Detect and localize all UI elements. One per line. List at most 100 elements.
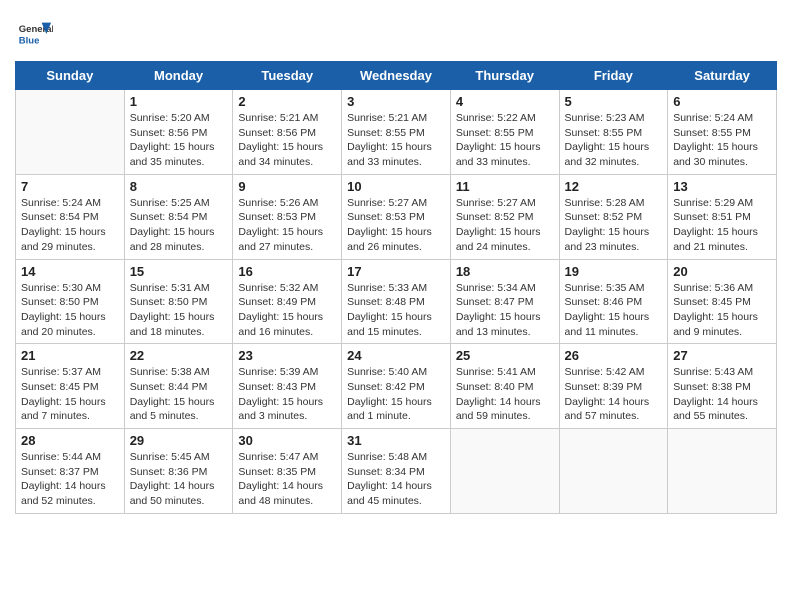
day-cell: 16Sunrise: 5:32 AMSunset: 8:49 PMDayligh… xyxy=(233,259,342,344)
day-number: 29 xyxy=(130,433,228,448)
day-cell: 29 Sunrise: 5:45 AMSunset: 8:36 PMDayligh… xyxy=(124,429,233,514)
day-cell: 4 Sunrise: 5:22 AMSunset: 8:55 PMDaylight… xyxy=(450,90,559,175)
day-number: 28 xyxy=(21,433,119,448)
day-number: 9 xyxy=(238,179,336,194)
day-info: Sunrise: 5:26 AMSunset: 8:53 PMDaylight:… xyxy=(238,196,336,255)
day-number: 14 xyxy=(21,264,119,279)
day-info: Sunrise: 5:21 AMSunset: 8:56 PMDaylight:… xyxy=(238,111,336,170)
day-cell xyxy=(450,429,559,514)
day-cell: 26 Sunrise: 5:42 AMSunset: 8:39 PMDayligh… xyxy=(559,344,668,429)
weekday-header-sunday: Sunday xyxy=(16,62,125,90)
day-info: Sunrise: 5:34 AMSunset: 8:47 PMDaylight:… xyxy=(456,281,554,340)
day-cell: 19 Sunrise: 5:35 AMSunset: 8:46 PMDayligh… xyxy=(559,259,668,344)
day-cell: 3 Sunrise: 5:21 AMSunset: 8:55 PMDaylight… xyxy=(342,90,451,175)
day-cell: 28 Sunrise: 5:44 AMSunset: 8:37 PMDayligh… xyxy=(16,429,125,514)
day-info: Sunrise: 5:37 AMSunset: 8:45 PMDaylight:… xyxy=(21,365,119,424)
weekday-header-monday: Monday xyxy=(124,62,233,90)
day-cell: 6 Sunrise: 5:24 AMSunset: 8:55 PMDaylight… xyxy=(668,90,777,175)
day-number: 11 xyxy=(456,179,554,194)
day-info: Sunrise: 5:41 AMSunset: 8:40 PMDaylight:… xyxy=(456,365,554,424)
day-info: Sunrise: 5:21 AMSunset: 8:55 PMDaylight:… xyxy=(347,111,445,170)
day-cell: 9 Sunrise: 5:26 AMSunset: 8:53 PMDaylight… xyxy=(233,174,342,259)
logo: General Blue xyxy=(15,15,57,53)
week-row-3: 14Sunrise: 5:30 AMSunset: 8:50 PMDayligh… xyxy=(16,259,777,344)
day-number: 17 xyxy=(347,264,445,279)
weekday-header-wednesday: Wednesday xyxy=(342,62,451,90)
day-info: Sunrise: 5:42 AMSunset: 8:39 PMDaylight:… xyxy=(565,365,663,424)
day-number: 18 xyxy=(456,264,554,279)
day-number: 26 xyxy=(565,348,663,363)
day-cell: 13Sunrise: 5:29 AMSunset: 8:51 PMDayligh… xyxy=(668,174,777,259)
day-info: Sunrise: 5:27 AMSunset: 8:52 PMDaylight:… xyxy=(456,196,554,255)
day-info: Sunrise: 5:27 AMSunset: 8:53 PMDaylight:… xyxy=(347,196,445,255)
day-number: 8 xyxy=(130,179,228,194)
day-number: 21 xyxy=(21,348,119,363)
day-number: 4 xyxy=(456,94,554,109)
day-cell: 23 Sunrise: 5:39 AMSunset: 8:43 PMDayligh… xyxy=(233,344,342,429)
day-number: 2 xyxy=(238,94,336,109)
day-cell: 25 Sunrise: 5:41 AMSunset: 8:40 PMDayligh… xyxy=(450,344,559,429)
week-row-4: 21 Sunrise: 5:37 AMSunset: 8:45 PMDayligh… xyxy=(16,344,777,429)
day-info: Sunrise: 5:48 AMSunset: 8:34 PMDaylight:… xyxy=(347,450,445,509)
day-cell: 14Sunrise: 5:30 AMSunset: 8:50 PMDayligh… xyxy=(16,259,125,344)
day-cell xyxy=(16,90,125,175)
week-row-2: 7Sunrise: 5:24 AMSunset: 8:54 PMDaylight… xyxy=(16,174,777,259)
day-info: Sunrise: 5:23 AMSunset: 8:55 PMDaylight:… xyxy=(565,111,663,170)
day-info: Sunrise: 5:33 AMSunset: 8:48 PMDaylight:… xyxy=(347,281,445,340)
day-info: Sunrise: 5:43 AMSunset: 8:38 PMDaylight:… xyxy=(673,365,771,424)
day-number: 22 xyxy=(130,348,228,363)
day-info: Sunrise: 5:36 AMSunset: 8:45 PMDaylight:… xyxy=(673,281,771,340)
day-number: 23 xyxy=(238,348,336,363)
day-cell: 5 Sunrise: 5:23 AMSunset: 8:55 PMDaylight… xyxy=(559,90,668,175)
day-cell: 20 Sunrise: 5:36 AMSunset: 8:45 PMDayligh… xyxy=(668,259,777,344)
day-number: 25 xyxy=(456,348,554,363)
day-number: 1 xyxy=(130,94,228,109)
weekday-header-saturday: Saturday xyxy=(668,62,777,90)
day-number: 19 xyxy=(565,264,663,279)
day-cell: 18 Sunrise: 5:34 AMSunset: 8:47 PMDayligh… xyxy=(450,259,559,344)
day-number: 3 xyxy=(347,94,445,109)
day-info: Sunrise: 5:44 AMSunset: 8:37 PMDaylight:… xyxy=(21,450,119,509)
day-number: 6 xyxy=(673,94,771,109)
day-info: Sunrise: 5:39 AMSunset: 8:43 PMDaylight:… xyxy=(238,365,336,424)
day-info: Sunrise: 5:31 AMSunset: 8:50 PMDaylight:… xyxy=(130,281,228,340)
day-cell: 11 Sunrise: 5:27 AMSunset: 8:52 PMDayligh… xyxy=(450,174,559,259)
day-info: Sunrise: 5:25 AMSunset: 8:54 PMDaylight:… xyxy=(130,196,228,255)
day-number: 15 xyxy=(130,264,228,279)
day-cell: 30Sunrise: 5:47 AMSunset: 8:35 PMDayligh… xyxy=(233,429,342,514)
day-cell: 24Sunrise: 5:40 AMSunset: 8:42 PMDayligh… xyxy=(342,344,451,429)
week-row-5: 28 Sunrise: 5:44 AMSunset: 8:37 PMDayligh… xyxy=(16,429,777,514)
day-cell: 27 Sunrise: 5:43 AMSunset: 8:38 PMDayligh… xyxy=(668,344,777,429)
calendar: SundayMondayTuesdayWednesdayThursdayFrid… xyxy=(15,61,777,514)
weekday-header-friday: Friday xyxy=(559,62,668,90)
day-number: 5 xyxy=(565,94,663,109)
day-info: Sunrise: 5:24 AMSunset: 8:55 PMDaylight:… xyxy=(673,111,771,170)
day-number: 31 xyxy=(347,433,445,448)
day-info: Sunrise: 5:22 AMSunset: 8:55 PMDaylight:… xyxy=(456,111,554,170)
day-cell: 17 Sunrise: 5:33 AMSunset: 8:48 PMDayligh… xyxy=(342,259,451,344)
day-cell xyxy=(668,429,777,514)
day-cell: 21 Sunrise: 5:37 AMSunset: 8:45 PMDayligh… xyxy=(16,344,125,429)
svg-text:Blue: Blue xyxy=(19,36,40,47)
day-info: Sunrise: 5:35 AMSunset: 8:46 PMDaylight:… xyxy=(565,281,663,340)
day-cell: 10Sunrise: 5:27 AMSunset: 8:53 PMDayligh… xyxy=(342,174,451,259)
day-cell: 12Sunrise: 5:28 AMSunset: 8:52 PMDayligh… xyxy=(559,174,668,259)
day-info: Sunrise: 5:45 AMSunset: 8:36 PMDaylight:… xyxy=(130,450,228,509)
day-number: 13 xyxy=(673,179,771,194)
weekday-header-thursday: Thursday xyxy=(450,62,559,90)
day-cell xyxy=(559,429,668,514)
day-number: 20 xyxy=(673,264,771,279)
day-cell: 8 Sunrise: 5:25 AMSunset: 8:54 PMDaylight… xyxy=(124,174,233,259)
day-cell: 1Sunrise: 5:20 AMSunset: 8:56 PMDaylight… xyxy=(124,90,233,175)
day-info: Sunrise: 5:38 AMSunset: 8:44 PMDaylight:… xyxy=(130,365,228,424)
header: General Blue xyxy=(15,10,777,53)
weekday-header-tuesday: Tuesday xyxy=(233,62,342,90)
day-info: Sunrise: 5:24 AMSunset: 8:54 PMDaylight:… xyxy=(21,196,119,255)
page: General Blue SundayMondayTuesdayWednesda… xyxy=(0,0,792,612)
day-number: 27 xyxy=(673,348,771,363)
day-info: Sunrise: 5:40 AMSunset: 8:42 PMDaylight:… xyxy=(347,365,445,424)
week-row-1: 1Sunrise: 5:20 AMSunset: 8:56 PMDaylight… xyxy=(16,90,777,175)
day-cell: 2 Sunrise: 5:21 AMSunset: 8:56 PMDaylight… xyxy=(233,90,342,175)
logo-icon: General Blue xyxy=(15,15,53,53)
day-cell: 31 Sunrise: 5:48 AMSunset: 8:34 PMDayligh… xyxy=(342,429,451,514)
